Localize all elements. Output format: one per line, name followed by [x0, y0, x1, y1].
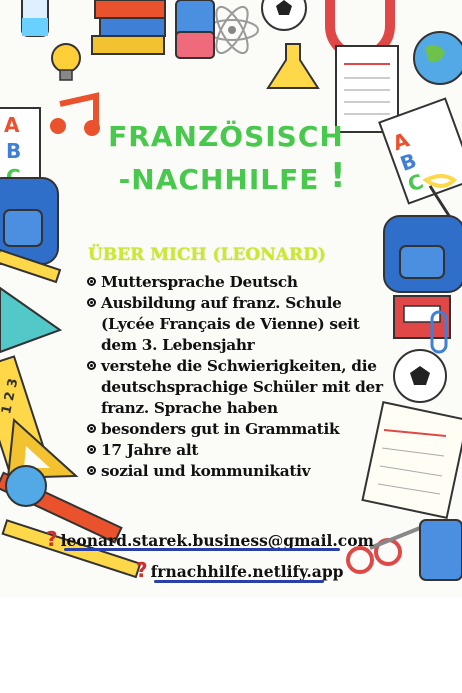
bullet-icon: [87, 298, 96, 307]
about-item: 17 Jahre alt: [87, 440, 387, 461]
bullet-icon: [87, 424, 96, 433]
about-item: sozial und kommunikativ: [87, 461, 387, 482]
bullet-icon: [87, 361, 96, 370]
red-book-icon: [393, 295, 451, 339]
bullet-icon: [87, 445, 96, 454]
about-item: verstehe die Schwierigkeiten, die deutsc…: [87, 356, 387, 419]
about-item-text: 17 Jahre alt: [101, 441, 199, 459]
backpack-right-icon: [383, 215, 462, 293]
bullet-icon: [87, 277, 96, 286]
title-line-2: -NACHHILFE: [118, 163, 320, 196]
question-mark-icon: ?: [46, 527, 58, 551]
about-item: Ausbildung auf franz. Schule (Lycée Fran…: [87, 293, 387, 356]
bullet-icon: [87, 466, 96, 475]
email-underline: [64, 548, 340, 551]
about-heading: ÜBER MICH (LEONARD): [88, 245, 326, 265]
about-item: besonders gut in Grammatik: [87, 419, 387, 440]
website-underline: [154, 580, 324, 583]
globe-icon: [413, 31, 462, 85]
title-line-1: FRANZÖSISCH: [108, 120, 344, 153]
about-item: Muttersprache Deutsch: [87, 272, 387, 293]
poster: A B C 1 2 3 A: [0, 0, 462, 597]
title-exclamation: !: [330, 156, 346, 196]
about-item-text: Ausbildung auf franz. Schule (Lycée Fran…: [101, 294, 360, 354]
about-item-text: Muttersprache Deutsch: [101, 273, 298, 291]
website-link[interactable]: frnachhilfe.netlify.app: [151, 562, 344, 581]
website-contact[interactable]: ? frnachhilfe.netlify.app: [136, 558, 344, 582]
globe-stand-icon: [5, 465, 47, 507]
about-item-text: sozial und kommunikativ: [101, 462, 311, 480]
about-list: Muttersprache Deutsch Ausbildung auf fra…: [87, 272, 387, 482]
book-stack-icon: [91, 0, 166, 55]
eraser-right-icon: [419, 519, 462, 581]
soccer-ball-right-icon: [393, 349, 447, 403]
about-item-text: besonders gut in Grammatik: [101, 420, 340, 438]
question-mark-icon: ?: [136, 558, 148, 582]
eraser-icon: [175, 0, 215, 59]
about-item-text: verstehe die Schwierigkeiten, die deutsc…: [101, 357, 383, 417]
test-tube-icon: [21, 0, 49, 37]
